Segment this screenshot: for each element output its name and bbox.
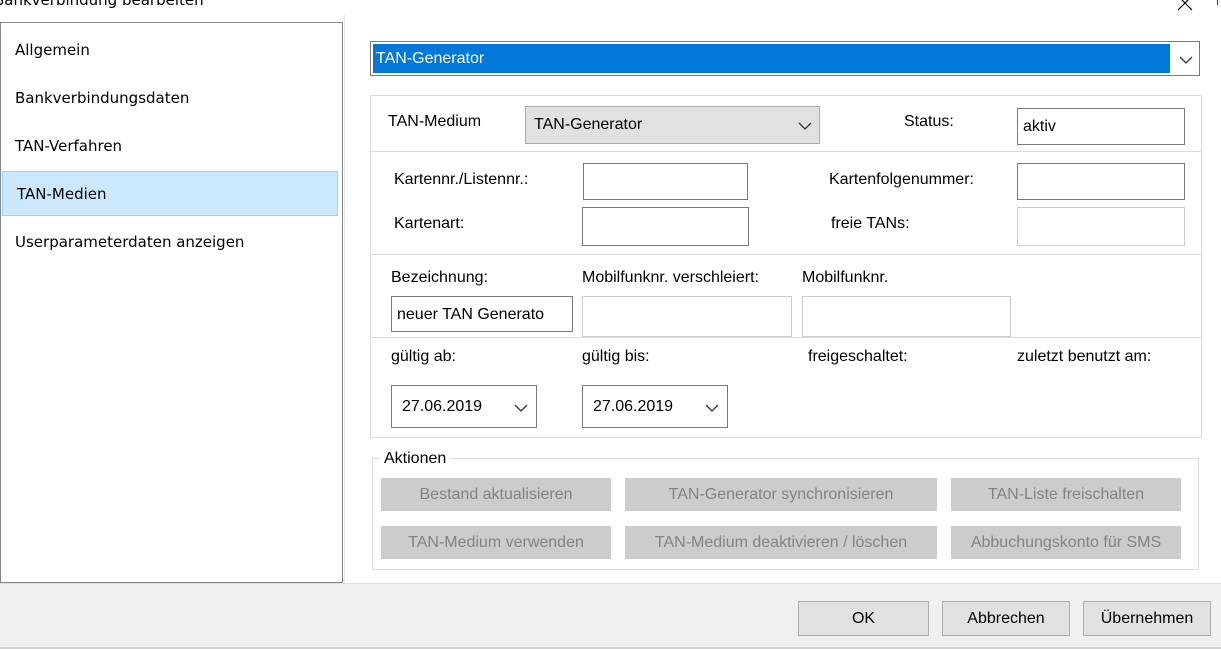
karten-section: Kartennr./Listennr.: Kartenfolgenummer: … (370, 151, 1202, 255)
dialog-window: Bankverbindung bearbeiten Allgemein Bank… (0, 0, 1221, 649)
mobilfunk-verschleiert-label: Mobilfunknr. verschleiert: (582, 269, 759, 286)
status-field[interactable]: aktiv (1017, 108, 1185, 145)
bestand-aktualisieren-button[interactable]: Bestand aktualisieren (381, 478, 611, 511)
kartenfolgenummer-label: Kartenfolgenummer: (829, 171, 974, 188)
gueltig-bis-value: 27.06.2019 (593, 398, 674, 415)
apply-button[interactable]: Übernehmen (1083, 601, 1211, 636)
tan-medium-label: TAN-Medium (388, 113, 482, 130)
sidebar-item-tan-medien[interactable]: TAN-Medien (2, 171, 338, 216)
window-title: Bankverbindung bearbeiten (0, 0, 204, 9)
sidebar-item-userparameterdaten[interactable]: Userparameterdaten anzeigen (1, 220, 340, 264)
sidebar-item-label: TAN-Medien (17, 185, 107, 203)
sidebar-item-allgemein[interactable]: Allgemein (1, 28, 340, 72)
ok-button[interactable]: OK (798, 601, 929, 636)
tan-liste-freischalten-button[interactable]: TAN-Liste freischalten (951, 478, 1181, 511)
cancel-button[interactable]: Abbrechen (942, 601, 1070, 636)
chevron-down-icon[interactable] (705, 403, 719, 413)
freigeschaltet-label: freigeschaltet: (808, 348, 908, 365)
gueltig-ab-datepicker[interactable]: 27.06.2019 (391, 385, 537, 428)
status-label: Status: (904, 113, 954, 130)
aktionen-title: Aktionen (380, 450, 451, 468)
tan-medium-deaktivieren-button[interactable]: TAN-Medium deaktivieren / löschen (625, 526, 937, 559)
gueltig-bis-label: gültig bis: (582, 348, 650, 365)
close-icon[interactable] (1176, 0, 1194, 12)
tan-medium-verwenden-button[interactable]: TAN-Medium verwenden (381, 526, 611, 559)
tan-medium-section: TAN-Medium TAN-Generator Status: aktiv (370, 95, 1202, 152)
bezeichnung-section: Bezeichnung: neuer TAN Generato Mobilfun… (370, 254, 1202, 338)
chevron-down-icon[interactable] (1179, 55, 1193, 65)
sidebar-item-label: Userparameterdaten anzeigen (15, 233, 245, 251)
mobilfunk-field (802, 296, 1011, 337)
dialog-footer: OK Abbrechen Übernehmen (0, 583, 1221, 649)
sidebar-item-tan-verfahren[interactable]: TAN-Verfahren (1, 124, 340, 168)
sidebar-item-label: Allgemein (15, 41, 90, 59)
tan-medium-type-value: TAN-Generator (534, 116, 643, 133)
chevron-down-icon[interactable] (798, 121, 812, 131)
sidebar-item-label: TAN-Verfahren (15, 137, 123, 155)
aktionen-group: Aktionen Bestand aktualisieren TAN-Gener… (372, 450, 1199, 570)
mobilfunk-label: Mobilfunknr. (802, 269, 889, 286)
sidebar-item-label: Bankverbindungsdaten (15, 89, 190, 107)
gueltig-ab-label: gültig ab: (391, 348, 456, 365)
bezeichnung-field[interactable]: neuer TAN Generato (391, 296, 573, 332)
sidebar-item-bankverbindungsdaten[interactable]: Bankverbindungsdaten (1, 76, 340, 120)
gueltigkeit-section: gültig ab: 27.06.2019 gültig bis: 27.06.… (370, 337, 1202, 438)
gueltig-bis-datepicker[interactable]: 27.06.2019 (582, 385, 728, 428)
sidebar-nav: Allgemein Bankverbindungsdaten TAN-Verfa… (0, 22, 343, 583)
window-edge (1217, 0, 1218, 5)
kartennr-label: Kartennr./Listennr.: (394, 171, 529, 188)
tan-medium-type-dropdown[interactable]: TAN-Generator (525, 106, 820, 144)
mobilfunk-verschleiert-field (582, 296, 792, 337)
abbuchungskonto-sms-button[interactable]: Abbuchungskonto für SMS (951, 526, 1181, 559)
content-panel: TAN-Generator TAN-Medium TAN-Generator S… (344, 15, 1221, 583)
tan-medium-selector[interactable]: TAN-Generator (370, 41, 1200, 76)
freie-tans-label: freie TANs: (831, 215, 910, 232)
chevron-down-icon[interactable] (514, 403, 528, 413)
kartenart-label: Kartenart: (394, 215, 465, 232)
tan-generator-synchronisieren-button[interactable]: TAN-Generator synchronisieren (625, 478, 937, 511)
kartennr-field[interactable] (583, 163, 748, 200)
zuletzt-benutzt-label: zuletzt benutzt am: (1017, 348, 1152, 365)
bezeichnung-label: Bezeichnung: (391, 269, 488, 286)
tan-medium-selector-value: TAN-Generator (373, 44, 1170, 73)
title-bar: Bankverbindung bearbeiten (0, 0, 1221, 15)
gueltig-ab-value: 27.06.2019 (402, 398, 483, 415)
kartenfolgenummer-field[interactable] (1017, 163, 1185, 200)
freie-tans-field (1017, 207, 1185, 246)
kartenart-field[interactable] (582, 207, 749, 246)
